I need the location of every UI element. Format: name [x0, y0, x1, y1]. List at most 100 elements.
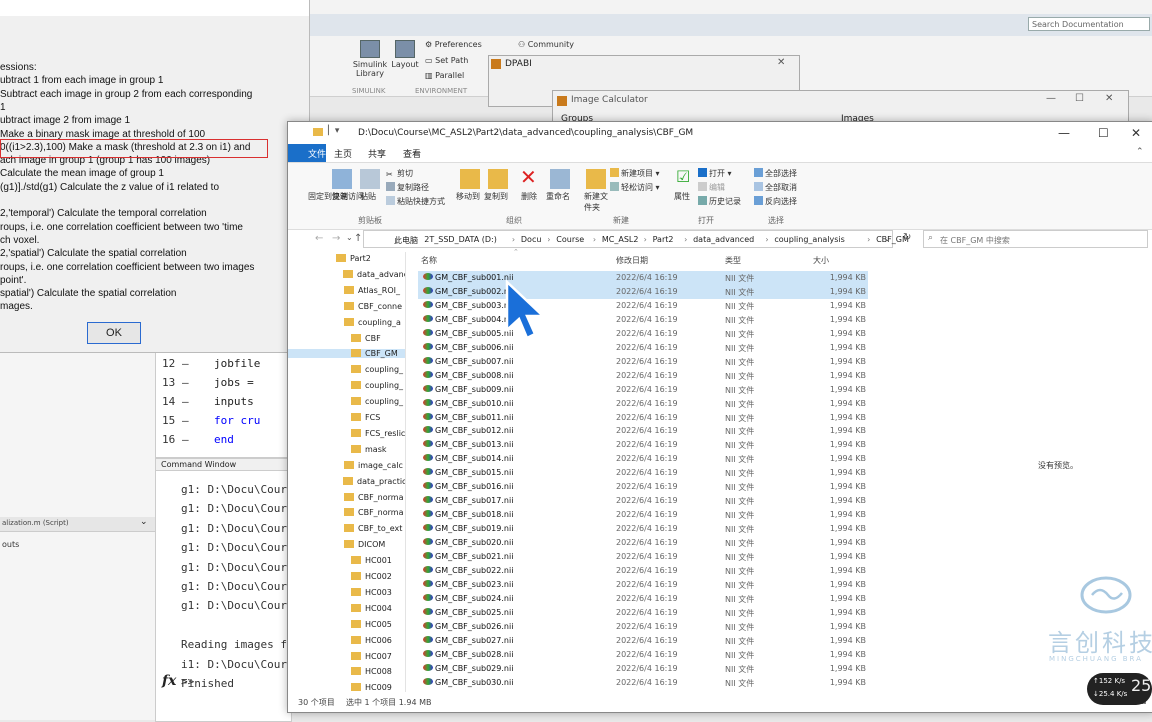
column-date-header[interactable]: 修改日期 [616, 255, 648, 266]
chevron-down-icon[interactable]: ⌄ [140, 517, 148, 527]
layout-button[interactable]: Layout [390, 40, 420, 69]
breadcrumb-separator-icon[interactable]: › [415, 235, 418, 244]
breadcrumb-separator-icon[interactable]: › [684, 235, 687, 244]
nav-item[interactable]: image_calc [344, 460, 403, 470]
back-arrow-icon[interactable]: ← [315, 233, 323, 244]
edit-button[interactable]: 编辑 [698, 182, 725, 193]
file-row[interactable]: GM_CBF_sub022.nii 2022/6/4 16:19 NII 文件 1,9… [418, 564, 868, 578]
breadcrumb-item[interactable]: 2T_SSD_DATA (D:) [424, 235, 497, 244]
copy-to-button[interactable]: 复制到 [484, 191, 508, 202]
file-row[interactable]: GM_CBF_sub014.nii 2022/6/4 16:19 NII 文件 1,9… [418, 452, 868, 466]
nav-item[interactable]: Atlas_ROI_ [344, 285, 400, 295]
command-window[interactable]: Command Window g1: D:\Docu\Cour g1: D:\Do… [155, 458, 292, 722]
file-row[interactable]: GM_CBF_sub012.nii 2022/6/4 16:19 NII 文件 1,9… [418, 424, 868, 438]
file-row[interactable]: GM_CBF_sub006.nii 2022/6/4 16:19 NII 文件 1,9… [418, 341, 868, 355]
minimize-icon[interactable]: — [1046, 93, 1056, 104]
nav-item[interactable]: FCS_reslic [351, 428, 405, 438]
file-row[interactable]: GM_CBF_sub025.nii 2022/6/4 16:19 NII 文件 1,9… [418, 606, 868, 620]
easy-access-button[interactable]: 轻松访问 ▾ [610, 182, 660, 193]
column-name-header[interactable]: 名称 [421, 255, 437, 266]
file-row[interactable]: GM_CBF_sub005.nii 2022/6/4 16:19 NII 文件 1,9… [418, 327, 868, 341]
nav-item[interactable]: coupling_a [344, 317, 401, 327]
nav-item[interactable]: DICOM [344, 540, 385, 549]
up-arrow-icon[interactable]: ↑ [354, 233, 362, 244]
nav-item[interactable]: HC002 [351, 572, 392, 581]
command-prompt[interactable]: >> [181, 675, 194, 688]
refresh-icon[interactable]: ↻ [903, 232, 911, 243]
nav-item[interactable]: data_advanc [343, 269, 405, 279]
nav-item[interactable]: HC006 [351, 635, 392, 645]
simulink-library-button[interactable]: Simulink Library [350, 40, 390, 78]
file-row[interactable]: GM_CBF_sub001.nii 2022/6/4 16:19 NII 文件 1,9… [418, 271, 868, 285]
address-dropdown-icon[interactable]: ⌄ [884, 234, 891, 243]
file-row[interactable]: GM_CBF_sub013.nii 2022/6/4 16:19 NII 文件 1,9… [418, 438, 868, 452]
nav-item[interactable]: FCS [351, 413, 380, 422]
file-row[interactable]: GM_CBF_sub027.nii 2022/6/4 16:19 NII 文件 1,9… [418, 634, 868, 648]
breadcrumb-item[interactable]: Docu [521, 235, 542, 244]
cut-button[interactable]: ✂ 剪切 [386, 168, 413, 179]
tab-view[interactable]: 查看 [403, 147, 421, 160]
close-icon[interactable]: ✕ [1105, 93, 1113, 104]
preferences-button[interactable]: ⚙ Preferences [425, 40, 482, 49]
breadcrumb-item[interactable]: coupling_analysis [774, 235, 844, 244]
file-row[interactable]: GM_CBF_sub028.nii 2022/6/4 16:19 NII 文件 1,9… [418, 648, 868, 662]
tab-share[interactable]: 共享 [368, 147, 386, 160]
breadcrumb-separator-icon[interactable]: › [765, 235, 768, 244]
file-row[interactable]: GM_CBF_sub024.nii 2022/6/4 16:19 NII 文件 1,9… [418, 592, 868, 606]
address-bar[interactable]: 此电脑 › 2T_SSD_DATA (D:) › Docu › Course › MC_ASL2… [363, 230, 909, 248]
breadcrumb-separator-icon[interactable]: › [547, 235, 550, 244]
breadcrumb-item[interactable]: data_advanced [693, 235, 754, 244]
file-row[interactable]: GM_CBF_sub017.nii 2022/6/4 16:19 NII 文件 1,9… [418, 494, 868, 508]
file-row[interactable]: GM_CBF_sub023.nii 2022/6/4 16:19 NII 文件 1,9… [418, 578, 868, 592]
copy-button[interactable]: 复制 [332, 191, 348, 202]
move-to-button[interactable]: 移动到 [456, 191, 480, 202]
maximize-icon[interactable]: ☐ [1075, 93, 1084, 104]
file-row[interactable]: GM_CBF_sub003.nii 2022/6/4 16:19 NII 文件 1,9… [418, 299, 868, 313]
paste-shortcut-button[interactable]: 粘贴快捷方式 [386, 196, 445, 207]
minimize-icon[interactable]: — [1058, 126, 1070, 140]
nav-item[interactable]: coupling_ [351, 397, 403, 406]
file-explorer-window[interactable]: ▏▾ D:\Docu\Course\MC_ASL2\Part2\data_adv… [287, 121, 1152, 713]
close-icon[interactable]: ✕ [1131, 126, 1141, 140]
nav-item[interactable]: CBF_to_ext [344, 524, 402, 533]
file-row[interactable]: GM_CBF_sub029.nii 2022/6/4 16:19 NII 文件 1,9… [418, 662, 868, 676]
nav-item[interactable]: coupling_ [351, 365, 403, 374]
breadcrumb-item[interactable]: Part2 [653, 235, 674, 244]
maximize-icon[interactable]: ☐ [1098, 126, 1109, 140]
nav-item[interactable]: HC009 [351, 683, 392, 692]
nav-item[interactable]: CBF_GM [288, 349, 405, 359]
nav-item[interactable]: HC004 [351, 603, 392, 613]
ribbon-collapse-icon[interactable]: ⌃ [1136, 147, 1144, 157]
column-size-header[interactable]: 大小 [813, 255, 829, 266]
file-row[interactable]: GM_CBF_sub030.nii 2022/6/4 16:19 NII 文件 1,9… [418, 676, 868, 690]
delete-button[interactable]: 删除 [521, 191, 537, 202]
open-button[interactable]: 打开 ▾ [698, 168, 732, 179]
file-row[interactable]: GM_CBF_sub011.nii 2022/6/4 16:19 NII 文件 1,9… [418, 411, 868, 425]
close-icon[interactable]: ✕ [777, 57, 785, 68]
nav-item[interactable]: CBF [351, 333, 381, 343]
set-path-button[interactable]: ▭ Set Path [425, 56, 468, 65]
file-row[interactable]: GM_CBF_sub015.nii 2022/6/4 16:19 NII 文件 1,9… [418, 466, 868, 480]
file-row[interactable]: GM_CBF_sub026.nii 2022/6/4 16:19 NII 文件 1,9… [418, 620, 868, 634]
properties-button[interactable]: 属性 [674, 191, 690, 202]
breadcrumb-separator-icon[interactable]: › [512, 235, 515, 244]
recent-dropdown-icon[interactable]: ⌄ [346, 233, 353, 242]
file-row[interactable]: GM_CBF_sub007.nii 2022/6/4 16:19 NII 文件 1,9… [418, 355, 868, 369]
new-item-button[interactable]: 新建项目 ▾ [610, 168, 660, 179]
select-none-button[interactable]: 全部取消 [754, 182, 797, 193]
nav-item[interactable]: HC008 [351, 667, 392, 676]
nav-item[interactable]: HC003 [351, 587, 392, 597]
quick-access-arrow-icon[interactable]: ▏▾ [328, 126, 339, 136]
tab-file[interactable]: 文件 [288, 144, 326, 162]
new-folder-button[interactable]: 新建文件夹 [584, 191, 610, 213]
navigation-pane[interactable]: Part2 data_advanc Atlas_ROI_ CBF_conne coupl… [288, 252, 406, 692]
invert-selection-button[interactable]: 反向选择 [754, 196, 797, 207]
paste-button[interactable]: 粘贴 [360, 191, 376, 202]
history-button[interactable]: 历史记录 [698, 196, 741, 207]
file-row[interactable]: GM_CBF_sub016.nii 2022/6/4 16:19 NII 文件 1,9… [418, 480, 868, 494]
copy-path-button[interactable]: 复制路径 [386, 182, 429, 193]
nav-item[interactable]: data_practic [343, 476, 405, 486]
nav-item[interactable]: HC007 [351, 651, 392, 661]
nav-item[interactable]: CBF_conne [344, 301, 402, 311]
breadcrumb-separator-icon[interactable]: › [644, 235, 647, 244]
